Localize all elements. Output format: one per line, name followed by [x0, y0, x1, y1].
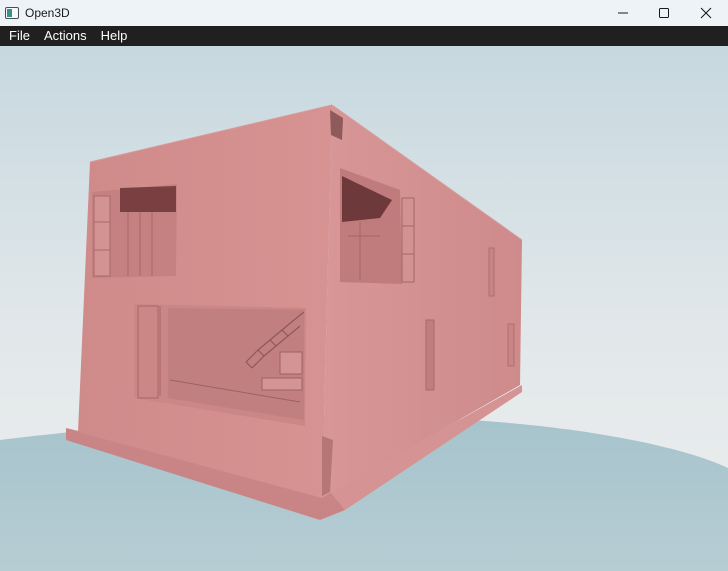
house-front-wall [78, 105, 332, 498]
side-window-1 [425, 319, 435, 391]
3d-viewport[interactable] [0, 46, 728, 571]
close-icon [700, 7, 712, 19]
side-window-3 [507, 323, 515, 367]
title-bar[interactable]: Open3D [0, 0, 728, 26]
side-window-2 [488, 247, 495, 297]
window-title: Open3D [25, 6, 70, 20]
minimize-icon [618, 12, 628, 14]
menu-bar: File Actions Help [0, 26, 728, 46]
minimize-button[interactable] [601, 0, 645, 26]
open3d-app-icon [5, 7, 19, 19]
scene-render [0, 46, 728, 571]
maximize-button[interactable] [642, 0, 686, 26]
menu-actions[interactable]: Actions [37, 26, 94, 46]
menu-help[interactable]: Help [94, 26, 135, 46]
maximize-icon [659, 8, 669, 18]
menu-file[interactable]: File [0, 26, 37, 46]
window-upper-left-interior [120, 186, 176, 212]
close-button[interactable] [684, 0, 728, 26]
